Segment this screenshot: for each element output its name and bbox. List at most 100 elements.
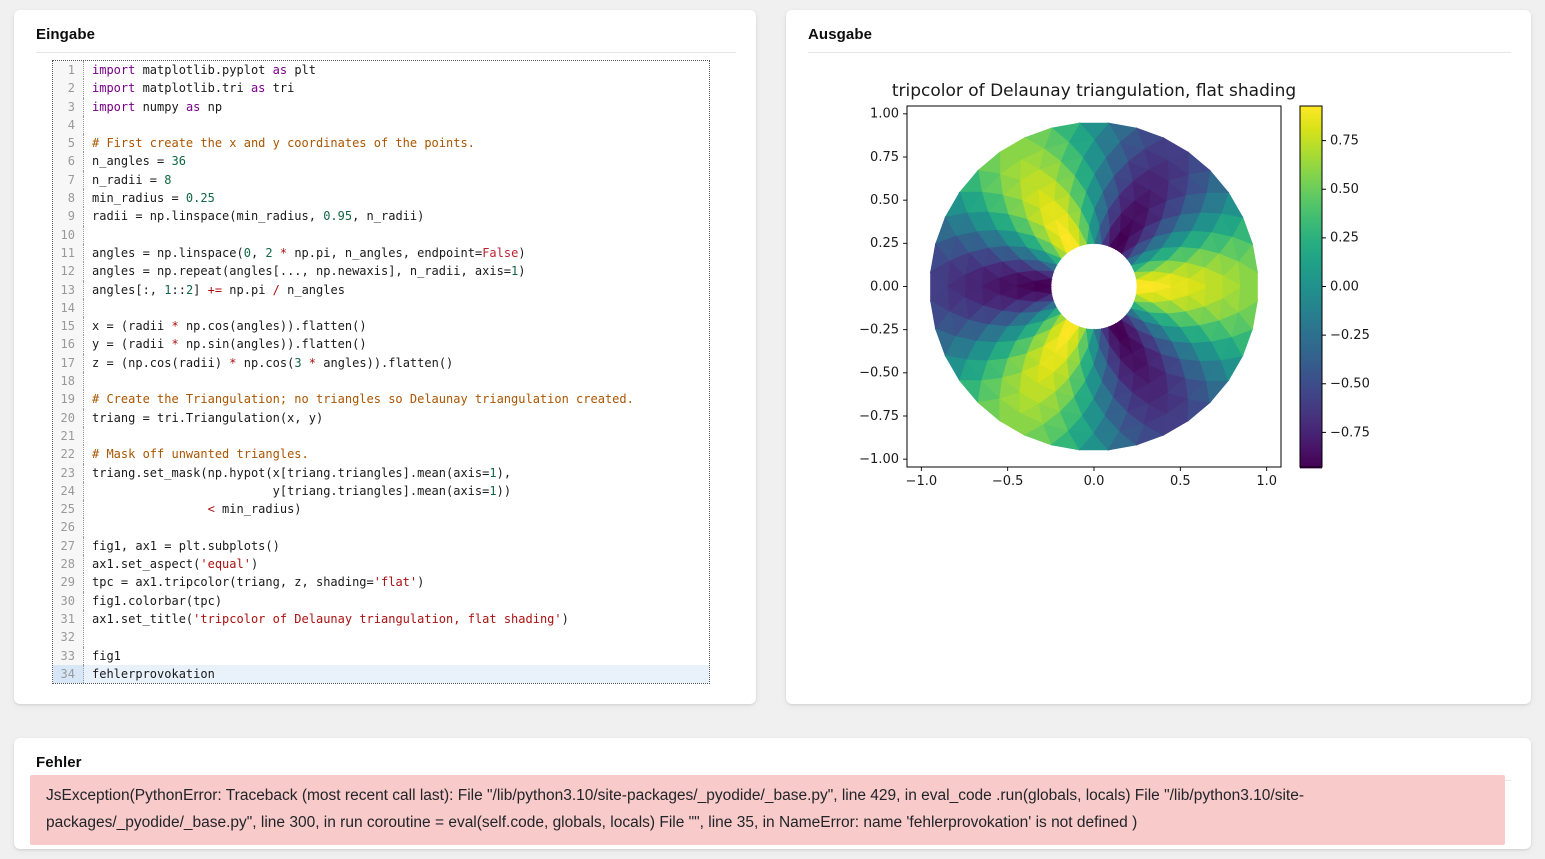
code-line-17[interactable]: 17z = (np.cos(radii) * np.cos(3 * angles… [53, 354, 709, 372]
error-panel-title: Fehler [14, 738, 1531, 771]
code-text[interactable] [84, 372, 709, 390]
line-number: 19 [53, 390, 84, 408]
line-number: 1 [53, 61, 84, 79]
code-line-22[interactable]: 22# Mask off unwanted triangles. [53, 445, 709, 463]
code-line-8[interactable]: 8min_radius = 0.25 [53, 189, 709, 207]
line-number: 14 [53, 299, 84, 317]
code-line-25[interactable]: 25 < min_radius) [53, 500, 709, 518]
input-panel: Eingabe 1import matplotlib.pyplot as plt… [14, 10, 756, 704]
code-text[interactable]: ax1.set_title('tripcolor of Delaunay tri… [84, 610, 709, 628]
code-line-12[interactable]: 12angles = np.repeat(angles[..., np.newa… [53, 262, 709, 280]
code-line-2[interactable]: 2import matplotlib.tri as tri [53, 79, 709, 97]
line-number: 12 [53, 262, 84, 280]
code-line-27[interactable]: 27fig1, ax1 = plt.subplots() [53, 537, 709, 555]
code-line-7[interactable]: 7n_radii = 8 [53, 171, 709, 189]
code-line-15[interactable]: 15x = (radii * np.cos(angles)).flatten() [53, 317, 709, 335]
code-line-18[interactable]: 18 [53, 372, 709, 390]
line-number: 31 [53, 610, 84, 628]
line-number: 27 [53, 537, 84, 555]
code-text[interactable] [84, 116, 709, 134]
code-line-9[interactable]: 9radii = np.linspace(min_radius, 0.95, n… [53, 207, 709, 225]
code-line-28[interactable]: 28ax1.set_aspect('equal') [53, 555, 709, 573]
code-line-10[interactable]: 10 [53, 226, 709, 244]
code-text[interactable]: z = (np.cos(radii) * np.cos(3 * angles))… [84, 354, 709, 372]
code-text[interactable]: triang.set_mask(np.hypot(x[triang.triang… [84, 464, 709, 482]
code-text[interactable]: y = (radii * np.sin(angles)).flatten() [84, 335, 709, 353]
code-text[interactable]: import numpy as np [84, 98, 709, 116]
code-line-11[interactable]: 11angles = np.linspace(0, 2 * np.pi, n_a… [53, 244, 709, 262]
code-text[interactable]: # Create the Triangulation; no triangles… [84, 390, 709, 408]
output-panel: Ausgabe [786, 10, 1531, 704]
output-panel-title: Ausgabe [786, 10, 1531, 43]
code-line-16[interactable]: 16y = (radii * np.sin(angles)).flatten() [53, 335, 709, 353]
code-line-23[interactable]: 23triang.set_mask(np.hypot(x[triang.tria… [53, 464, 709, 482]
code-text[interactable]: y[triang.triangles].mean(axis=1)) [84, 482, 709, 500]
divider [808, 52, 1511, 53]
line-number: 15 [53, 317, 84, 335]
line-number: 11 [53, 244, 84, 262]
code-text[interactable]: fehlerprovokation [84, 665, 709, 683]
code-text[interactable]: n_angles = 36 [84, 152, 709, 170]
code-line-30[interactable]: 30fig1.colorbar(tpc) [53, 592, 709, 610]
code-text[interactable]: import matplotlib.tri as tri [84, 79, 709, 97]
code-text[interactable]: angles = np.linspace(0, 2 * np.pi, n_ang… [84, 244, 709, 262]
line-number: 29 [53, 573, 84, 591]
code-text[interactable]: fig1.colorbar(tpc) [84, 592, 709, 610]
code-line-31[interactable]: 31ax1.set_title('tripcolor of Delaunay t… [53, 610, 709, 628]
code-line-34[interactable]: 34fehlerprovokation [53, 665, 709, 683]
code-line-29[interactable]: 29tpc = ax1.tripcolor(triang, z, shading… [53, 573, 709, 591]
line-number: 5 [53, 134, 84, 152]
code-line-33[interactable]: 33fig1 [53, 647, 709, 665]
code-line-5[interactable]: 5# First create the x and y coordinates … [53, 134, 709, 152]
line-number: 26 [53, 518, 84, 536]
code-line-13[interactable]: 13angles[:, 1::2] += np.pi / n_angles [53, 281, 709, 299]
line-number: 9 [53, 207, 84, 225]
code-line-3[interactable]: 3import numpy as np [53, 98, 709, 116]
line-number: 10 [53, 226, 84, 244]
line-number: 30 [53, 592, 84, 610]
code-text[interactable]: import matplotlib.pyplot as plt [84, 61, 709, 79]
line-number: 23 [53, 464, 84, 482]
code-line-14[interactable]: 14 [53, 299, 709, 317]
line-number: 25 [53, 500, 84, 518]
code-line-6[interactable]: 6n_angles = 36 [53, 152, 709, 170]
code-text[interactable]: fig1, ax1 = plt.subplots() [84, 537, 709, 555]
code-text[interactable]: angles = np.repeat(angles[..., np.newaxi… [84, 262, 709, 280]
code-text[interactable]: x = (radii * np.cos(angles)).flatten() [84, 317, 709, 335]
code-line-24[interactable]: 24 y[triang.triangles].mean(axis=1)) [53, 482, 709, 500]
code-line-26[interactable]: 26 [53, 518, 709, 536]
line-number: 16 [53, 335, 84, 353]
line-number: 13 [53, 281, 84, 299]
code-line-32[interactable]: 32 [53, 628, 709, 646]
code-text[interactable]: angles[:, 1::2] += np.pi / n_angles [84, 281, 709, 299]
code-text[interactable]: radii = np.linspace(min_radius, 0.95, n_… [84, 207, 709, 225]
line-number: 6 [53, 152, 84, 170]
code-line-19[interactable]: 19# Create the Triangulation; no triangl… [53, 390, 709, 408]
line-number: 4 [53, 116, 84, 134]
line-number: 22 [53, 445, 84, 463]
code-text[interactable] [84, 299, 709, 317]
code-line-21[interactable]: 21 [53, 427, 709, 445]
code-text[interactable]: ax1.set_aspect('equal') [84, 555, 709, 573]
code-text[interactable]: # First create the x and y coordinates o… [84, 134, 709, 152]
code-text[interactable]: triang = tri.Triangulation(x, y) [84, 409, 709, 427]
code-text[interactable]: n_radii = 8 [84, 171, 709, 189]
code-text[interactable] [84, 628, 709, 646]
line-number: 24 [53, 482, 84, 500]
code-text[interactable] [84, 226, 709, 244]
code-line-1[interactable]: 1import matplotlib.pyplot as plt [53, 61, 709, 79]
code-line-4[interactable]: 4 [53, 116, 709, 134]
code-text[interactable] [84, 518, 709, 536]
line-number: 20 [53, 409, 84, 427]
code-text[interactable]: < min_radius) [84, 500, 709, 518]
code-text[interactable]: tpc = ax1.tripcolor(triang, z, shading='… [84, 573, 709, 591]
code-editor[interactable]: 1import matplotlib.pyplot as plt2import … [52, 60, 710, 684]
line-number: 17 [53, 354, 84, 372]
line-number: 18 [53, 372, 84, 390]
code-text[interactable]: # Mask off unwanted triangles. [84, 445, 709, 463]
code-text[interactable]: fig1 [84, 647, 709, 665]
code-text[interactable]: min_radius = 0.25 [84, 189, 709, 207]
code-line-20[interactable]: 20triang = tri.Triangulation(x, y) [53, 409, 709, 427]
line-number: 3 [53, 98, 84, 116]
code-text[interactable] [84, 427, 709, 445]
